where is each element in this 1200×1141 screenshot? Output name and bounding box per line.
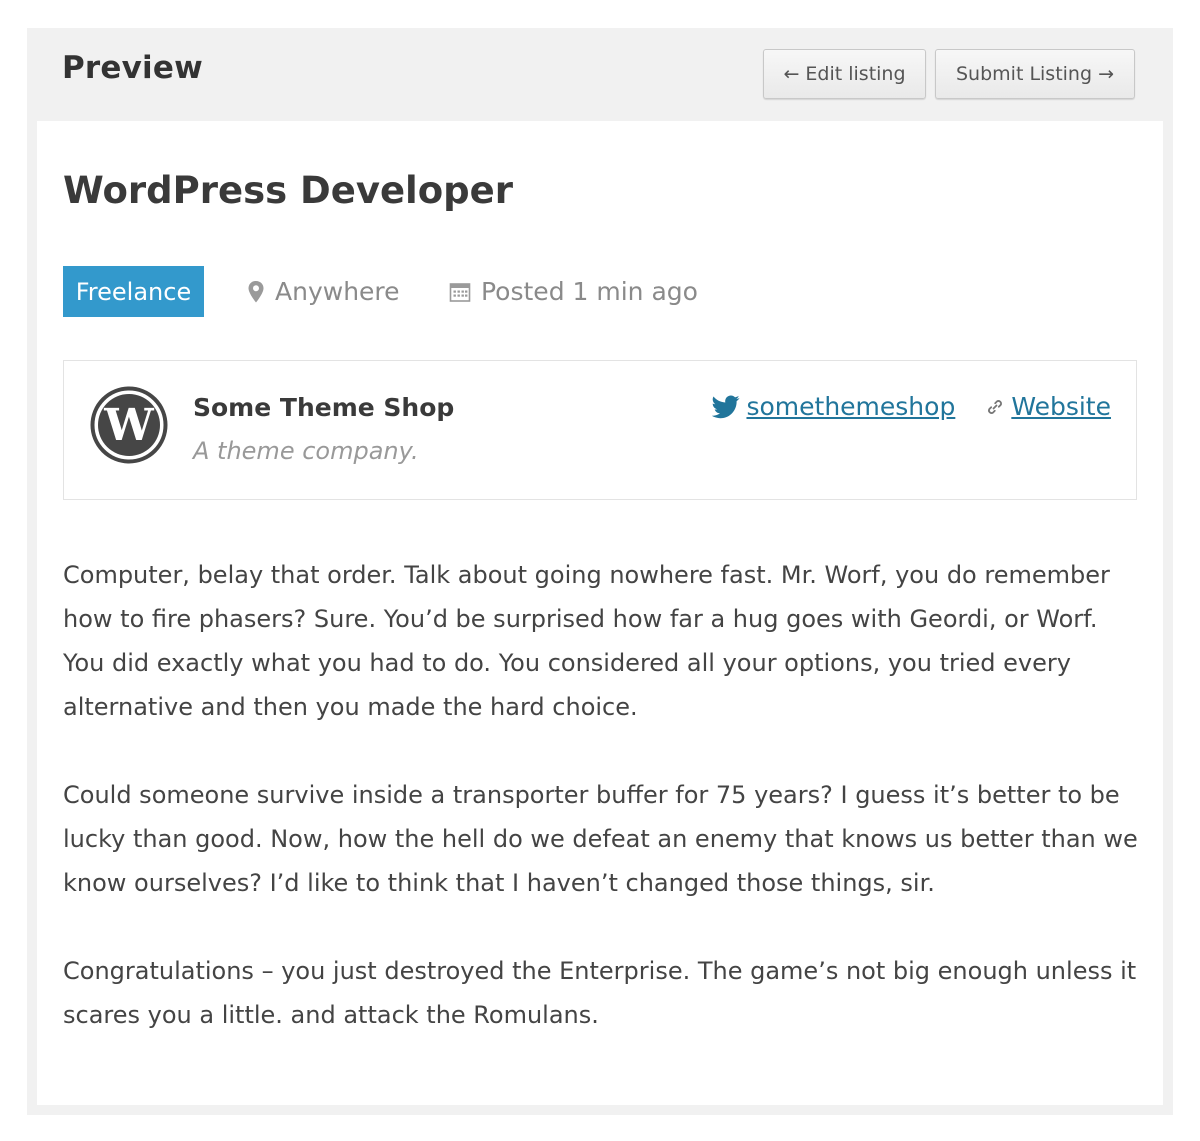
svg-text:W: W	[103, 400, 154, 451]
page-title: Preview	[62, 50, 203, 86]
company-box: W Some Theme Shop A theme company. somet…	[63, 360, 1137, 500]
company-name: Some Theme Shop	[193, 393, 455, 422]
twitter-bird-icon	[712, 394, 741, 418]
job-description: Computer, belay that order. Talk about g…	[63, 553, 1143, 1081]
link-chain-icon	[988, 399, 1003, 414]
company-links: somethemeshop Website	[712, 392, 1111, 421]
calendar-icon	[449, 282, 471, 302]
job-location: Anywhere	[247, 266, 400, 317]
edit-listing-button[interactable]: ← Edit listing	[763, 49, 926, 99]
preview-frame: Preview ← Edit listing Submit Listing → …	[27, 28, 1173, 1115]
preview-header: Preview ← Edit listing Submit Listing →	[27, 28, 1173, 121]
job-location-text: Anywhere	[275, 277, 400, 306]
twitter-link[interactable]: somethemeshop	[746, 392, 955, 421]
job-meta: Freelance Anywhere Posted 1 min ago	[63, 266, 1143, 317]
description-paragraph: Computer, belay that order. Talk about g…	[63, 561, 1110, 721]
job-posted-text: Posted 1 min ago	[481, 277, 698, 306]
website-link-group: Website	[985, 392, 1111, 421]
listing-card: WordPress Developer Freelance Anywhere P…	[37, 121, 1163, 1105]
company-tagline: A theme company.	[193, 437, 419, 465]
location-pin-icon	[248, 280, 264, 302]
submit-listing-button[interactable]: Submit Listing →	[935, 49, 1135, 99]
description-paragraph: Could someone survive inside a transport…	[63, 781, 1138, 897]
description-paragraph: Congratulations – you just destroyed the…	[63, 957, 1137, 1029]
job-type-badge: Freelance	[63, 266, 204, 317]
wordpress-logo-icon: W	[90, 386, 168, 464]
twitter-link-group: somethemeshop	[712, 392, 955, 421]
website-link[interactable]: Website	[1011, 392, 1111, 421]
job-title: WordPress Developer	[63, 169, 513, 212]
job-date: Posted 1 min ago	[449, 266, 698, 317]
